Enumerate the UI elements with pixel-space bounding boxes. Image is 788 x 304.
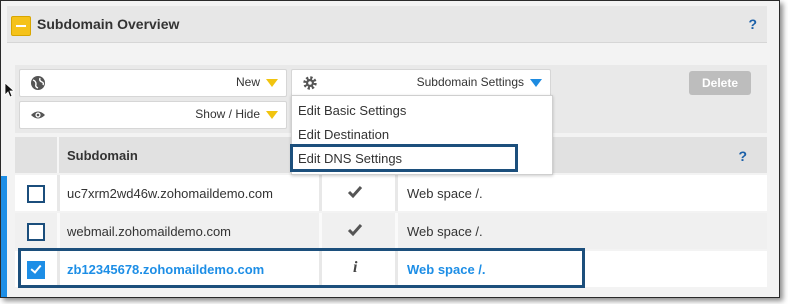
table-row[interactable]: webmail.zohomaildemo.com Web space /. xyxy=(15,213,767,249)
subdomain-settings-label: Subdomain Settings xyxy=(416,75,524,89)
row-checkbox[interactable] xyxy=(27,223,45,241)
mouse-cursor-icon xyxy=(4,82,14,98)
collapse-icon[interactable] xyxy=(11,16,31,36)
gear-icon xyxy=(303,76,317,90)
panel-header: Subdomain Overview ? xyxy=(7,6,767,43)
check-icon xyxy=(347,186,363,199)
subdomain-name[interactable]: webmail.zohomaildemo.com xyxy=(67,224,231,239)
select-all-cell xyxy=(15,137,59,173)
chevron-down-icon xyxy=(266,111,278,119)
subdomain-panel: Subdomain Overview ? New Show / Hide Sub… xyxy=(0,0,780,298)
chevron-down-icon xyxy=(266,79,278,87)
globe-icon xyxy=(31,76,45,90)
help-link[interactable]: ? xyxy=(748,16,757,32)
show-hide-label: Show / Hide xyxy=(195,107,260,121)
subdomain-settings-dropdown[interactable]: Subdomain Settings xyxy=(291,69,551,97)
new-dropdown[interactable]: New xyxy=(19,69,287,97)
subdomain-name[interactable]: uc7xrm2wd46w.zohomaildemo.com xyxy=(67,186,273,201)
row-checkbox[interactable] xyxy=(27,185,45,203)
selection-stripe xyxy=(1,176,7,297)
eye-icon xyxy=(31,111,45,119)
menu-item-edit-basic-settings[interactable]: Edit Basic Settings xyxy=(298,103,406,118)
table-help-link[interactable]: ? xyxy=(738,148,747,164)
dns-settings-highlight xyxy=(290,144,518,172)
menu-item-edit-destination[interactable]: Edit Destination xyxy=(298,127,389,142)
selected-row-highlight xyxy=(18,248,585,288)
chevron-down-icon xyxy=(530,79,542,87)
delete-button[interactable]: Delete xyxy=(689,71,751,95)
target-value: Web space /. xyxy=(407,224,483,239)
panel-title: Subdomain Overview xyxy=(37,16,180,32)
column-header-subdomain[interactable]: Subdomain xyxy=(67,148,138,163)
table-row[interactable]: uc7xrm2wd46w.zohomaildemo.com Web space … xyxy=(15,175,767,211)
target-value: Web space /. xyxy=(407,186,483,201)
check-icon xyxy=(347,224,363,237)
new-label: New xyxy=(235,75,260,89)
show-hide-dropdown[interactable]: Show / Hide xyxy=(19,101,287,129)
